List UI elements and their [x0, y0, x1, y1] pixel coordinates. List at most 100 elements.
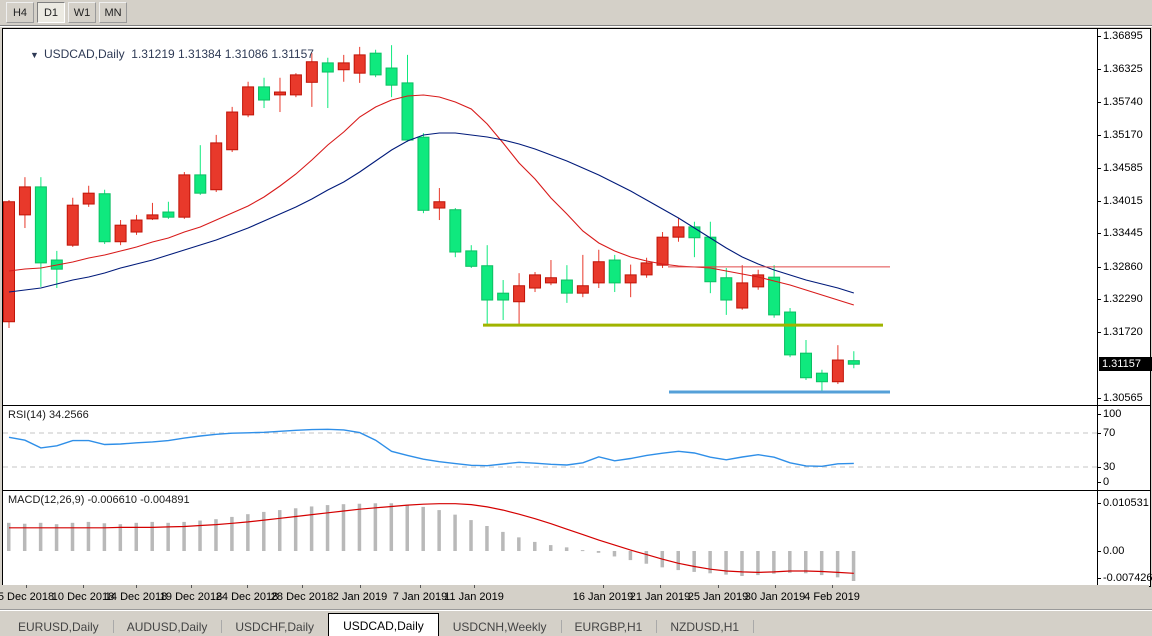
price-axis-tick — [1097, 135, 1101, 136]
date-axis-tick — [832, 585, 833, 588]
chart-tab-usdchf-daily[interactable]: USDCHF,Daily — [221, 616, 328, 636]
chart-tab-audusd-daily[interactable]: AUDUSD,Daily — [113, 616, 222, 636]
price-axis-tick — [1097, 168, 1101, 169]
timeframe-button-w1[interactable]: W1 — [68, 2, 96, 23]
macd-axis-label: 0.00 — [1103, 545, 1124, 557]
macd-histogram-bar — [756, 551, 760, 575]
candlestick — [848, 361, 859, 365]
macd-axis-label: -0.007426 — [1103, 572, 1152, 584]
price-axis-label: 1.33445 — [1103, 227, 1143, 239]
macd-histogram-bar — [676, 551, 680, 570]
price-axis-label: 1.35170 — [1103, 129, 1143, 141]
chart-tab-eurgbp-h1[interactable]: EURGBP,H1 — [561, 616, 657, 636]
macd-panel[interactable]: MACD(12,26,9) -0.006610 -0.004891 0.0105… — [2, 490, 1151, 587]
date-axis-label: 28 Dec 2018 — [271, 591, 333, 603]
date-axis-tick — [718, 585, 719, 588]
date-axis-label: 2 Jan 2019 — [333, 591, 387, 603]
candlestick — [402, 83, 413, 140]
rsi-label: RSI(14) 34.2566 — [8, 409, 89, 421]
price-axis-tick — [1097, 201, 1101, 202]
macd-axis-tick — [1097, 503, 1101, 504]
macd-histogram-bar — [645, 551, 649, 564]
candlestick — [450, 210, 461, 252]
rsi-axis-label: 0 — [1103, 476, 1109, 488]
candlestick — [19, 187, 30, 215]
candlestick — [737, 283, 748, 308]
candlestick — [785, 312, 796, 355]
candlestick-chart[interactable] — [3, 29, 1097, 403]
macd-histogram-bar — [358, 504, 362, 551]
macd-histogram-bar — [246, 514, 250, 551]
rsi-axis-separator — [1097, 406, 1098, 490]
macd-histogram-bar — [804, 551, 808, 573]
macd-histogram-bar — [852, 551, 856, 581]
macd-axis-tick — [1097, 551, 1101, 552]
price-axis-label: 1.34015 — [1103, 195, 1143, 207]
candlestick — [83, 193, 94, 204]
candlestick — [466, 251, 477, 266]
timeframe-button-mn[interactable]: MN — [99, 2, 127, 23]
current-price-tag: 1.31157 — [1099, 357, 1152, 371]
chart-tab-usdcnh-weekly[interactable]: USDCNH,Weekly — [439, 616, 561, 636]
macd-histogram-bar — [453, 515, 457, 551]
rsi-chart[interactable] — [3, 406, 1097, 488]
macd-histogram-bar — [374, 503, 378, 551]
date-axis-label: 16 Jan 2019 — [573, 591, 634, 603]
date-axis-label: 7 Jan 2019 — [393, 591, 447, 603]
candlestick — [593, 262, 604, 283]
macd-histogram-bar — [581, 550, 585, 551]
price-axis-tick — [1097, 299, 1101, 300]
macd-histogram-bar — [310, 506, 314, 551]
price-axis-label: 1.36325 — [1103, 63, 1143, 75]
candlestick — [832, 360, 843, 382]
rsi-axis-tick — [1097, 482, 1101, 483]
rsi-axis-tick — [1097, 414, 1101, 415]
price-axis-tick — [1097, 69, 1101, 70]
macd-histogram-bar — [150, 522, 154, 551]
candlestick — [577, 286, 588, 293]
timeframe-button-h4[interactable]: H4 — [6, 2, 34, 23]
date-axis-tick — [302, 585, 303, 588]
date-axis-tick — [775, 585, 776, 588]
candlestick — [705, 237, 716, 282]
date-axis-label: 30 Jan 2019 — [745, 591, 806, 603]
macd-axis-label: 0.010531 — [1103, 497, 1149, 509]
macd-histogram-bar — [39, 523, 43, 551]
macd-axis-separator — [1097, 491, 1098, 586]
candlestick — [259, 87, 270, 100]
candlestick — [274, 92, 285, 95]
candlestick — [338, 63, 349, 70]
candlestick — [673, 227, 684, 237]
main-chart-panel[interactable]: ▼USDCAD,Daily 1.31219 1.31384 1.31086 1.… — [2, 28, 1151, 406]
candlestick — [625, 275, 636, 283]
candlestick — [418, 137, 429, 210]
candlestick — [545, 278, 556, 283]
chart-title: ▼USDCAD,Daily 1.31219 1.31384 1.31086 1.… — [10, 33, 314, 75]
price-axis-tick — [1097, 36, 1101, 37]
rsi-panel[interactable]: RSI(14) 34.2566 10070300 — [2, 405, 1151, 491]
candlestick — [99, 194, 110, 242]
candlestick — [530, 275, 541, 288]
chart-tab-eurusd-daily[interactable]: EURUSD,Daily — [4, 616, 113, 636]
indicator-line — [9, 133, 854, 293]
chart-tab-nzdusd-h1[interactable]: NZDUSD,H1 — [656, 616, 753, 636]
candlestick — [561, 280, 572, 293]
timeframe-button-d1[interactable]: D1 — [37, 2, 65, 23]
date-axis-label: 19 Dec 2018 — [160, 591, 222, 603]
candlestick — [243, 87, 254, 115]
macd-histogram-bar — [517, 537, 521, 551]
macd-histogram-bar — [421, 507, 425, 551]
date-axis-tick — [83, 585, 84, 588]
date-axis-label: 5 Dec 2018 — [0, 591, 54, 603]
indicator-line — [9, 95, 854, 305]
chart-tab-bar: EURUSD,DailyAUDUSD,DailyUSDCHF,DailyUSDC… — [0, 609, 1152, 636]
macd-histogram-bar — [597, 551, 601, 553]
rsi-axis-tick — [1097, 433, 1101, 434]
chart-tab-usdcad-daily[interactable]: USDCAD,Daily — [328, 613, 439, 636]
macd-axis-tick — [1097, 578, 1101, 579]
macd-histogram-bar — [549, 545, 553, 551]
candlestick — [195, 175, 206, 193]
chevron-down-icon[interactable]: ▼ — [30, 50, 39, 60]
rsi-axis-tick — [1097, 467, 1101, 468]
candlestick — [370, 53, 381, 75]
